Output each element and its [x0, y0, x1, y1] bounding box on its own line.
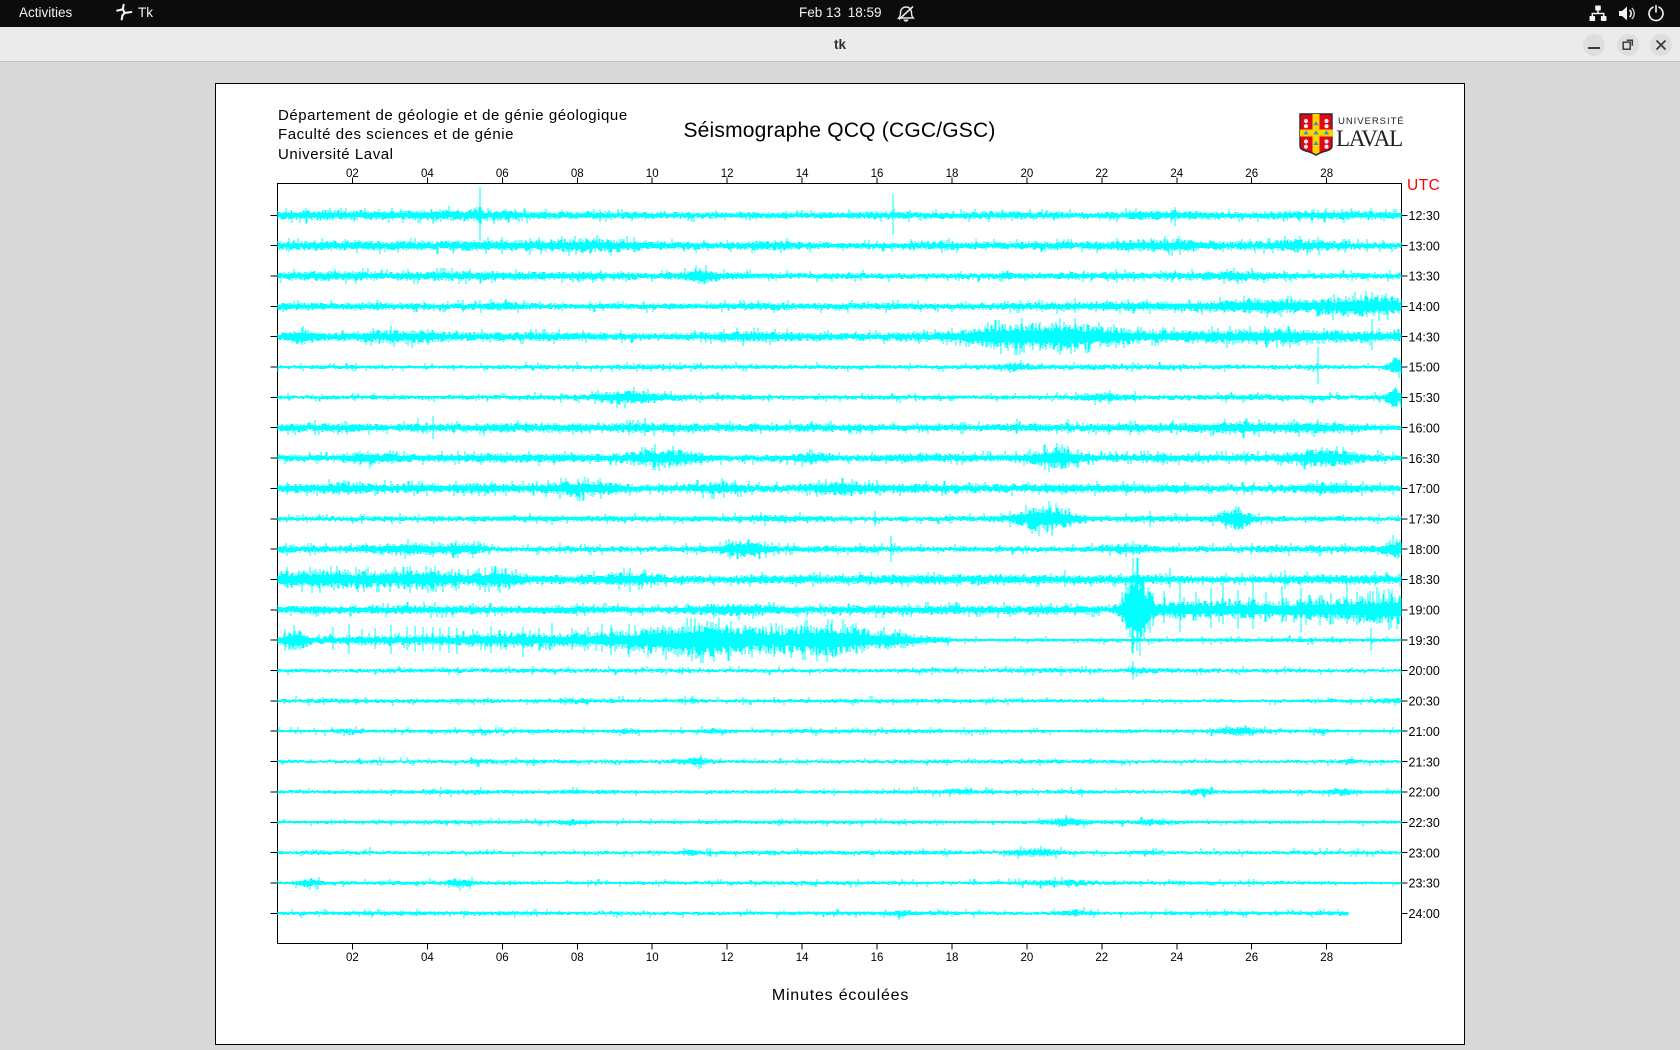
svg-text:19:30: 19:30: [1409, 634, 1440, 648]
svg-text:08: 08: [571, 168, 584, 180]
svg-text:28: 28: [1320, 952, 1333, 964]
svg-text:14:00: 14:00: [1409, 300, 1440, 314]
svg-text:12: 12: [721, 168, 734, 180]
svg-text:02: 02: [346, 168, 359, 180]
svg-text:15:00: 15:00: [1409, 361, 1440, 375]
svg-text:23:00: 23:00: [1409, 846, 1440, 860]
svg-text:02: 02: [346, 952, 359, 964]
svg-text:21:30: 21:30: [1409, 755, 1440, 769]
svg-text:17:30: 17:30: [1409, 513, 1440, 527]
svg-text:23:30: 23:30: [1409, 877, 1440, 891]
svg-text:13:30: 13:30: [1409, 270, 1440, 284]
svg-text:20: 20: [1021, 952, 1034, 964]
svg-text:18:00: 18:00: [1409, 543, 1440, 557]
svg-text:15:30: 15:30: [1409, 391, 1440, 405]
svg-text:12:30: 12:30: [1409, 209, 1440, 223]
svg-text:04: 04: [421, 952, 434, 964]
svg-text:04: 04: [421, 168, 434, 180]
svg-text:14: 14: [796, 952, 809, 964]
svg-text:22: 22: [1095, 952, 1108, 964]
svg-text:18: 18: [946, 952, 959, 964]
svg-text:16: 16: [871, 952, 884, 964]
svg-text:10: 10: [646, 952, 659, 964]
svg-text:06: 06: [496, 168, 509, 180]
svg-text:22:30: 22:30: [1409, 816, 1440, 830]
svg-text:26: 26: [1245, 168, 1258, 180]
svg-text:16:00: 16:00: [1409, 421, 1440, 435]
svg-text:16:30: 16:30: [1409, 452, 1440, 466]
svg-text:22:00: 22:00: [1409, 786, 1440, 800]
svg-text:28: 28: [1320, 168, 1333, 180]
svg-text:20:00: 20:00: [1409, 664, 1440, 678]
svg-text:24:00: 24:00: [1409, 907, 1440, 921]
svg-text:21:00: 21:00: [1409, 725, 1440, 739]
svg-text:24: 24: [1170, 168, 1183, 180]
svg-text:19:00: 19:00: [1409, 604, 1440, 618]
svg-text:12: 12: [721, 952, 734, 964]
svg-text:08: 08: [571, 952, 584, 964]
svg-text:16: 16: [871, 168, 884, 180]
svg-text:06: 06: [496, 952, 509, 964]
svg-text:20:30: 20:30: [1409, 695, 1440, 709]
svg-text:20: 20: [1021, 168, 1034, 180]
svg-text:22: 22: [1095, 168, 1108, 180]
svg-text:24: 24: [1170, 952, 1183, 964]
svg-text:14: 14: [796, 168, 809, 180]
svg-text:10: 10: [646, 168, 659, 180]
svg-text:26: 26: [1245, 952, 1258, 964]
svg-text:13:00: 13:00: [1409, 239, 1440, 253]
svg-text:14:30: 14:30: [1409, 330, 1440, 344]
svg-text:17:00: 17:00: [1409, 482, 1440, 496]
svg-text:18:30: 18:30: [1409, 573, 1440, 587]
svg-text:18: 18: [946, 168, 959, 180]
